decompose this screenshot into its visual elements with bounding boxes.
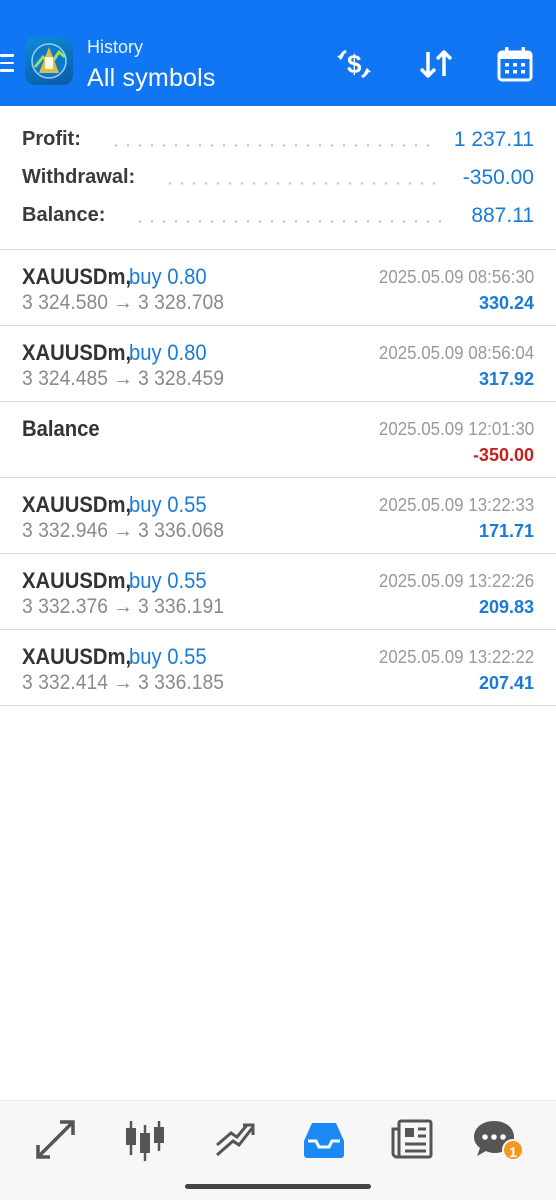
summary-row-profit: Profit: 1 237.11 — [22, 128, 534, 158]
deal-profit: 207.41 — [478, 673, 534, 693]
summary-row-withdrawal: Withdrawal: -350.00 — [22, 166, 534, 196]
header-title[interactable]: All symbols — [87, 64, 216, 93]
deal-profit: 330.24 — [478, 293, 534, 313]
deal-type: buy 0.55 — [129, 644, 207, 669]
summary-label: Withdrawal: — [22, 166, 136, 188]
summary-label: Profit: — [22, 128, 81, 150]
deal-profit: 209.83 — [478, 597, 534, 617]
currency-exchange-icon[interactable]: $ — [334, 44, 374, 84]
deal-prices: 3 332.376 → 3 336.191 — [22, 595, 224, 618]
deal-time: 2025.05.09 12:01:30 — [378, 419, 534, 439]
dotted-leader — [110, 144, 436, 147]
list-item[interactable]: XAUUSDm, buy 0.55 3 332.946 → 3 336.068 … — [0, 478, 556, 554]
deal-prices: 3 324.485 → 3 328.459 — [22, 367, 224, 390]
deal-type: buy 0.80 — [129, 264, 207, 289]
calendar-icon[interactable] — [495, 44, 535, 84]
metatrader-logo — [25, 37, 73, 85]
notification-badge: 1 — [502, 1139, 524, 1161]
list-item[interactable]: XAUUSDm, buy 0.55 3 332.376 → 3 336.191 … — [0, 554, 556, 630]
list-item[interactable]: XAUUSDm, buy 0.55 3 332.414 → 3 336.185 … — [0, 630, 556, 706]
deal-profit: 317.92 — [478, 369, 534, 389]
deal-symbol: XAUUSDm, — [22, 568, 132, 593]
deal-profit: 171.71 — [478, 521, 534, 541]
quotes-icon[interactable] — [32, 1115, 80, 1163]
sort-icon[interactable] — [416, 44, 456, 84]
summary-label: Balance: — [22, 204, 106, 226]
deal-symbol: XAUUSDm, — [22, 264, 132, 289]
deal-type: buy 0.80 — [129, 340, 207, 365]
list-item[interactable]: XAUUSDm, buy 0.80 3 324.485 → 3 328.459 … — [0, 326, 556, 402]
deal-type: buy 0.55 — [129, 568, 207, 593]
deal-time: 2025.05.09 13:22:26 — [378, 571, 534, 591]
summary-value: -350.00 — [462, 166, 534, 189]
account-summary: Profit: 1 237.11 Withdrawal: -350.00 Bal… — [0, 106, 556, 250]
deal-symbol: Balance — [22, 416, 100, 441]
summary-value: 887.11 — [471, 204, 534, 227]
header-subtitle: History — [87, 37, 144, 57]
deal-time: 2025.05.09 08:56:04 — [378, 343, 534, 363]
deal-profit: -350.00 — [472, 445, 534, 465]
deal-prices: 3 324.580 → 3 328.708 — [22, 291, 224, 314]
deal-symbol: XAUUSDm, — [22, 340, 132, 365]
list-item[interactable]: XAUUSDm, buy 0.80 3 324.580 → 3 328.708 … — [0, 250, 556, 326]
chat-icon[interactable]: 1 — [472, 1115, 524, 1163]
svg-text:$: $ — [347, 49, 362, 79]
deal-type: buy 0.55 — [129, 492, 207, 517]
list-item[interactable]: Balance 2025.05.09 12:01:30 -350.00 — [0, 402, 556, 478]
deal-time: 2025.05.09 13:22:22 — [378, 647, 534, 667]
deal-symbol: XAUUSDm, — [22, 492, 132, 517]
home-indicator[interactable] — [185, 1184, 371, 1189]
top-app-bar: History All symbols $ — [0, 0, 556, 106]
dotted-leader — [134, 220, 450, 223]
summary-value: 1 237.11 — [453, 128, 534, 151]
trade-icon[interactable] — [211, 1115, 259, 1163]
deal-time: 2025.05.09 08:56:30 — [378, 267, 534, 287]
deal-prices: 3 332.946 → 3 336.068 — [22, 519, 224, 542]
dotted-leader — [164, 182, 442, 185]
deal-time: 2025.05.09 13:22:33 — [378, 495, 534, 515]
summary-row-balance: Balance: 887.11 — [22, 204, 534, 234]
news-icon[interactable] — [389, 1115, 437, 1163]
hamburger-icon[interactable] — [0, 54, 14, 77]
chart-icon[interactable] — [121, 1115, 169, 1163]
deal-symbol: XAUUSDm, — [22, 644, 132, 669]
deal-prices: 3 332.414 → 3 336.185 — [22, 671, 224, 694]
history-icon[interactable] — [300, 1115, 348, 1163]
